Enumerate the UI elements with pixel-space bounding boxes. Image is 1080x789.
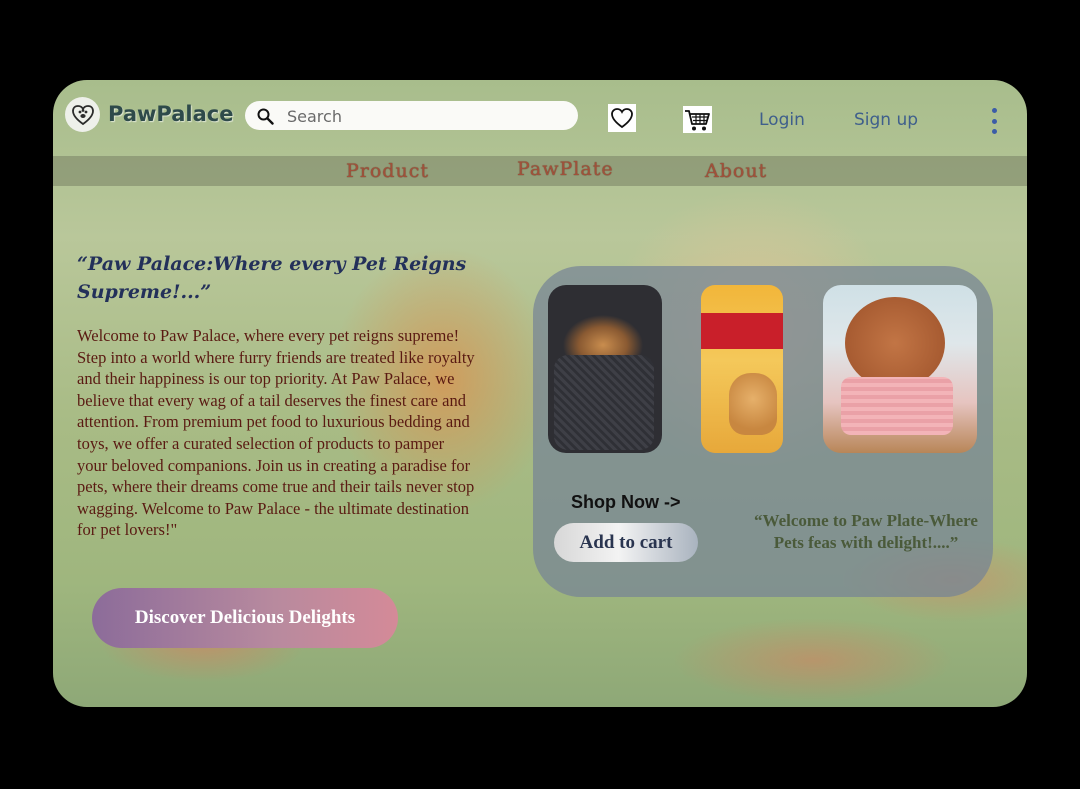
dog-bed-image[interactable] xyxy=(548,285,662,453)
discover-button[interactable]: Discover Delicious Delights xyxy=(92,588,398,648)
login-link[interactable]: Login xyxy=(759,110,805,130)
paw-heart-icon[interactable] xyxy=(65,97,100,132)
tab-pawplate[interactable]: PawPlate xyxy=(517,158,614,180)
app-frame: PawPalace Login Sign up xyxy=(53,80,1027,707)
kebab-menu-icon[interactable] xyxy=(988,108,1000,134)
shop-now-link[interactable]: Shop Now -> xyxy=(571,492,681,513)
hero-description: Welcome to Paw Palace, where every pet r… xyxy=(77,326,475,540)
search-icon[interactable] xyxy=(257,108,274,129)
search-bar[interactable] xyxy=(245,101,578,130)
add-to-cart-button[interactable]: Add to cart xyxy=(554,523,698,562)
cart-icon[interactable] xyxy=(683,106,712,133)
tab-about[interactable]: About xyxy=(705,160,767,182)
hero-title: “Paw Palace:Where every Pet Reigns Supre… xyxy=(77,253,467,303)
search-input[interactable] xyxy=(287,105,557,127)
brand-name[interactable]: PawPalace xyxy=(108,102,233,126)
pedigree-dog-food-image[interactable] xyxy=(701,285,783,453)
heart-icon[interactable] xyxy=(608,104,636,132)
category-nav: Product PawPlate About xyxy=(53,156,1027,186)
pawplate-panel: Shop Now -> Add to cart “Welcome to Paw … xyxy=(533,266,993,597)
pawplate-quote: “Welcome to Paw Plate-Where Pets feas wi… xyxy=(754,511,978,552)
signup-link[interactable]: Sign up xyxy=(854,110,918,130)
tab-product[interactable]: Product xyxy=(346,160,429,182)
dog-grooming-image[interactable] xyxy=(823,285,977,453)
